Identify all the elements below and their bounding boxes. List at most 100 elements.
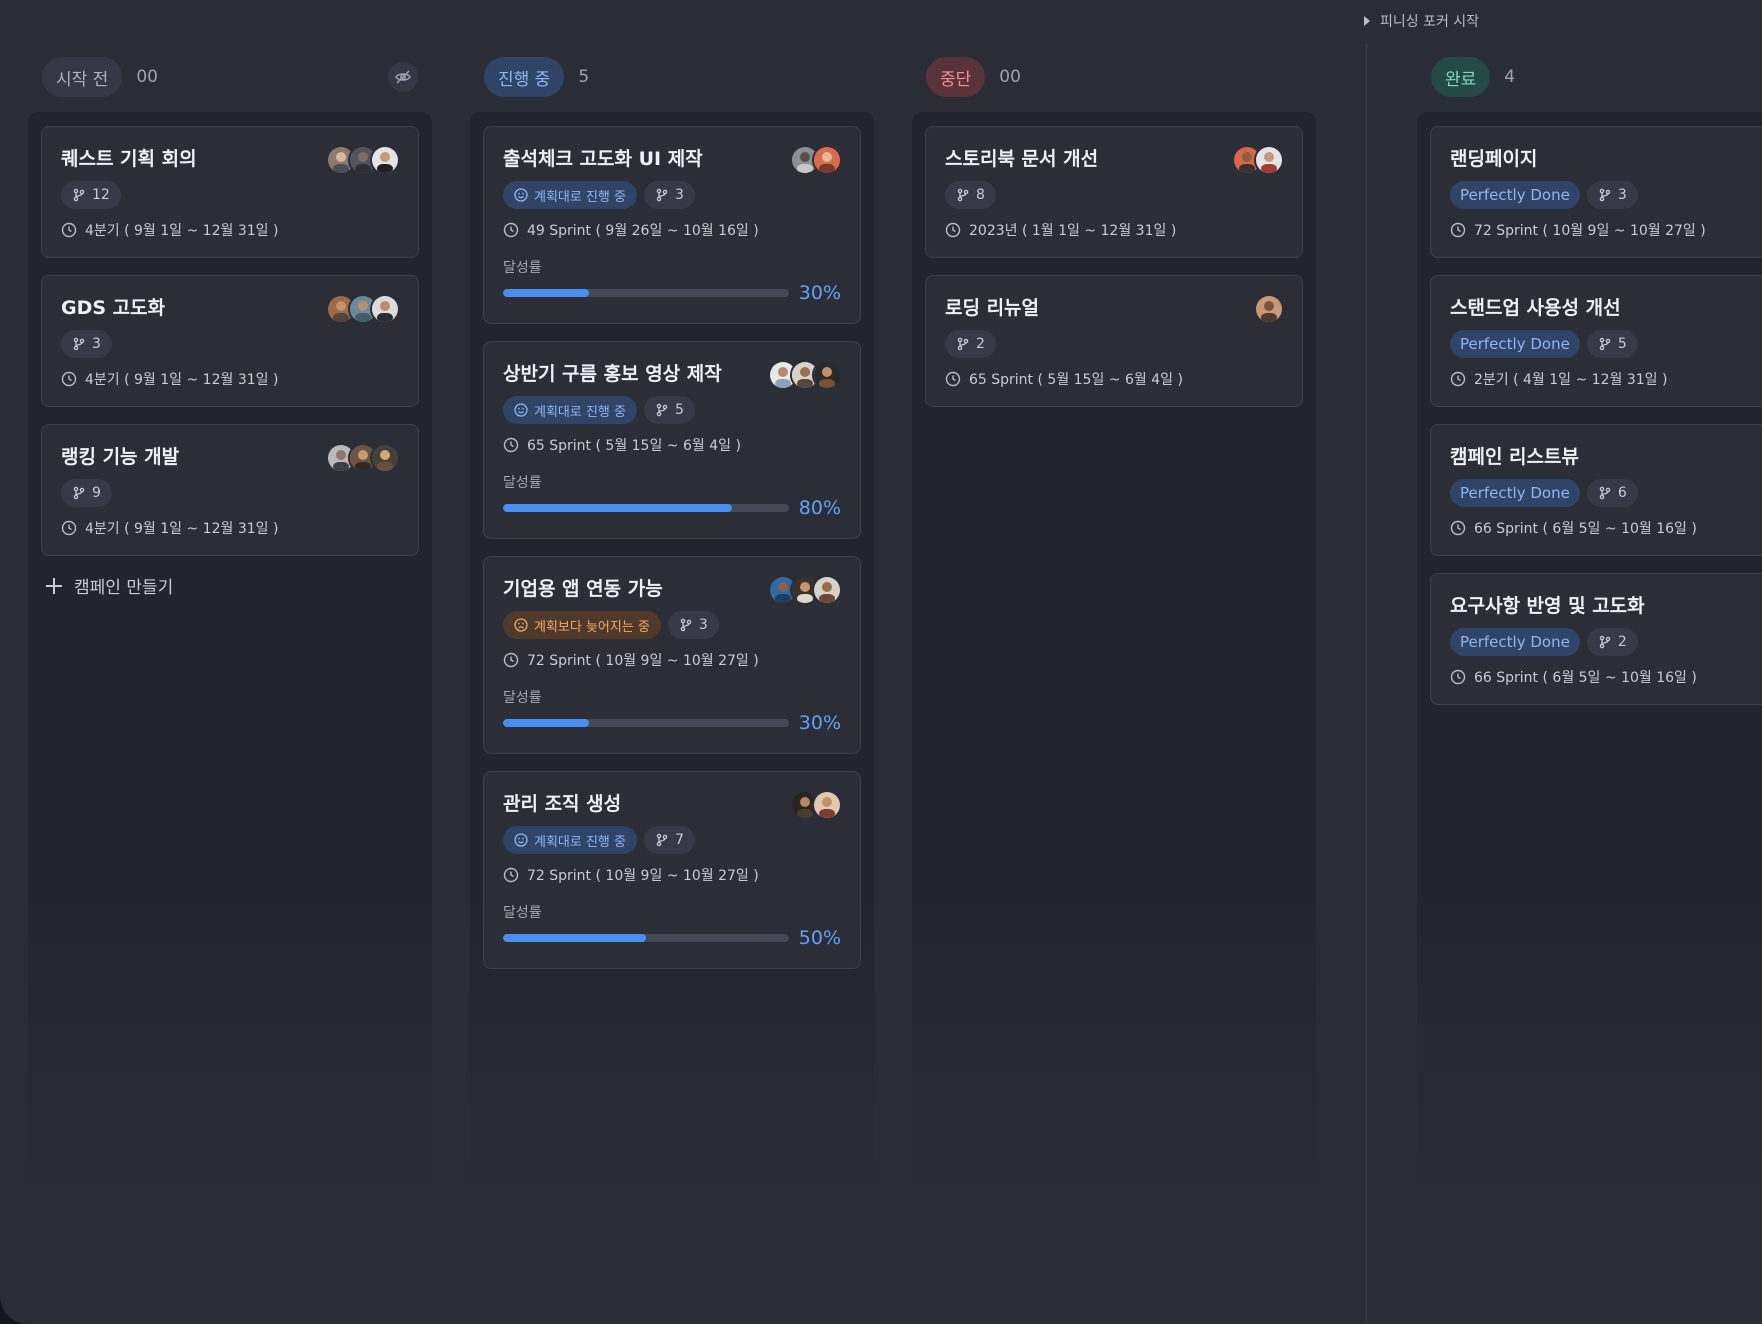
campaign-card[interactable]: 랭킹 기능 개발 9 4분기 ( 9월 1일 ~ 12월 31일 ) [41, 424, 419, 556]
git-branch-icon [680, 618, 692, 632]
progress-bar [503, 719, 789, 727]
eye-off-icon[interactable] [388, 62, 418, 92]
avatar [812, 360, 842, 390]
git-branch-icon [957, 337, 969, 351]
clock-icon [945, 371, 961, 387]
campaign-card[interactable]: GDS 고도화 3 4분기 ( 9월 1일 ~ 12월 31일 ) [41, 275, 419, 407]
progress-percent: 30% [798, 282, 841, 304]
perfectly-done-badge: Perfectly Done [1450, 479, 1580, 507]
on-track-badge: 계획대로 진행 중 [503, 181, 637, 209]
status-pill: 시작 전 [42, 57, 123, 97]
branch-count-badge: 5 [1586, 330, 1638, 358]
progress-label: 달성률 [503, 475, 542, 491]
campaign-card[interactable]: 로딩 리뉴얼 2 65 Sprint ( 5월 15일 ~ 6월 4일 ) [925, 275, 1303, 407]
branch-count: 6 [1617, 485, 1627, 501]
progress-label: 달성률 [503, 260, 542, 276]
branch-count: 2 [1617, 634, 1627, 650]
git-branch-icon [73, 486, 85, 500]
git-branch-icon [656, 188, 668, 202]
column-count: 00 [999, 67, 1021, 87]
status-label: 계획대로 진행 중 [534, 404, 626, 420]
status-pill: 진행 중 [484, 57, 565, 97]
assignee-avatars [326, 294, 400, 324]
delayed-badge: 계획보다 늦어지는 중 [503, 611, 661, 639]
campaign-card[interactable]: 스토리북 문서 개선 8 2023년 ( 1월 1일 ~ 12월 31일 ) [925, 126, 1303, 258]
plus-icon [46, 577, 62, 594]
campaign-card[interactable]: 기업용 앱 연동 가능 계획보다 늦어지는 중 3 72 Sprint ( 10… [483, 556, 861, 754]
card-period: 66 Sprint ( 6월 5일 ~ 10월 16일 ) [1474, 670, 1697, 686]
perfectly-done-badge: Perfectly Done [1450, 628, 1580, 656]
card-period: 72 Sprint ( 10월 9일 ~ 10월 27일 ) [527, 653, 759, 669]
clock-icon [1450, 669, 1466, 685]
create-campaign-label: 캠페인 만들기 [74, 578, 174, 598]
frown-icon [514, 618, 528, 632]
branch-count: 12 [92, 187, 110, 203]
clock-icon [503, 222, 519, 238]
planning-poker-label: 피니싱 포커 시작 [1380, 14, 1480, 30]
card-period: 49 Sprint ( 9월 26일 ~ 10월 16일 ) [527, 223, 759, 239]
branch-count-badge: 3 [644, 181, 695, 209]
card-title: 요구사항 반영 및 고도화 [1450, 595, 1645, 617]
card-period: 4분기 ( 9월 1일 ~ 12월 31일 ) [85, 521, 279, 537]
clock-icon [503, 437, 519, 453]
campaign-card[interactable]: 관리 조직 생성 계획대로 진행 중 7 72 Sprint ( 10월 9일 … [483, 771, 861, 969]
branch-count: 5 [1617, 336, 1627, 352]
avatar [370, 145, 400, 175]
progress-fill [503, 934, 646, 942]
campaign-card[interactable]: 퀘스트 기획 회의 12 4분기 ( 9월 1일 ~ 12월 31일 ) [41, 126, 419, 258]
branch-count: 5 [675, 402, 684, 418]
git-branch-icon [1599, 486, 1611, 500]
status-pill: 완료 [1431, 57, 1491, 97]
clock-icon [61, 520, 77, 536]
clock-icon [1450, 520, 1466, 536]
card-period: 2023년 ( 1월 1일 ~ 12월 31일 ) [969, 223, 1177, 239]
progress-bar [503, 289, 789, 297]
card-period: 72 Sprint ( 10월 9일 ~ 10월 27일 ) [527, 868, 759, 884]
column-divider [1366, 44, 1367, 1324]
progress-label: 달성률 [503, 905, 542, 921]
clock-icon [1450, 222, 1466, 238]
avatar [812, 145, 842, 175]
campaign-card[interactable]: 랜딩페이지 Perfectly Done 3 72 Sprint ( 10월 9… [1430, 126, 1762, 258]
clock-icon [1450, 371, 1466, 387]
card-title: 로딩 리뉴얼 [945, 297, 1040, 319]
clock-icon [61, 222, 77, 238]
branch-count-badge: 5 [644, 396, 695, 424]
progress-bar [503, 504, 789, 512]
progress-fill [503, 504, 732, 512]
git-branch-icon [1599, 635, 1611, 649]
assignee-avatars [326, 145, 400, 175]
branch-count: 3 [1617, 187, 1627, 203]
smile-icon [514, 833, 528, 847]
column-stopped: 중단 00 스토리북 문서 개선 8 2023년 ( 1월 1일 ~ 12월 3… [912, 56, 1316, 1212]
campaign-card[interactable]: 캠페인 리스트뷰 Perfectly Done 6 66 Sprint ( 6월… [1430, 424, 1762, 556]
status-label: 계획보다 늦어지는 중 [534, 619, 650, 635]
git-branch-icon [73, 337, 85, 351]
branch-count: 3 [675, 187, 684, 203]
card-period: 65 Sprint ( 5월 15일 ~ 6월 4일 ) [527, 438, 741, 454]
campaign-card[interactable]: 상반기 구름 홍보 영상 제작 계획대로 진행 중 5 65 Sprint ( … [483, 341, 861, 539]
card-title: 스탠드업 사용성 개선 [1450, 297, 1621, 319]
branch-count-badge: 2 [1586, 628, 1638, 656]
branch-count-badge: 3 [667, 611, 719, 639]
perfectly-done-badge: Perfectly Done [1450, 330, 1580, 358]
create-campaign-button[interactable]: 캠페인 만들기 [41, 573, 419, 598]
campaign-card[interactable]: 출석체크 고도화 UI 제작 계획대로 진행 중 3 49 Sprint ( 9… [483, 126, 861, 324]
planning-poker-button[interactable]: 피니싱 포커 시작 [1364, 10, 1479, 32]
campaign-card[interactable]: 요구사항 반영 및 고도화 Perfectly Done 2 66 Sprint… [1430, 573, 1762, 705]
git-branch-icon [73, 188, 85, 202]
card-title: 캠페인 리스트뷰 [1450, 446, 1579, 468]
avatar [812, 575, 842, 605]
perfectly-done-badge: Perfectly Done [1450, 181, 1580, 209]
status-pill: 중단 [926, 57, 986, 97]
caret-right-icon [1364, 16, 1370, 26]
branch-count: 9 [92, 485, 101, 501]
assignee-avatars [790, 145, 842, 175]
progress-fill [503, 719, 589, 727]
card-period: 65 Sprint ( 5월 15일 ~ 6월 4일 ) [969, 372, 1183, 388]
clock-icon [945, 222, 961, 238]
assignee-avatars [326, 443, 400, 473]
campaign-card[interactable]: 스탠드업 사용성 개선 Perfectly Done 5 2분기 ( 4월 1일… [1430, 275, 1762, 407]
git-branch-icon [1599, 188, 1611, 202]
assignee-avatars [790, 790, 842, 820]
